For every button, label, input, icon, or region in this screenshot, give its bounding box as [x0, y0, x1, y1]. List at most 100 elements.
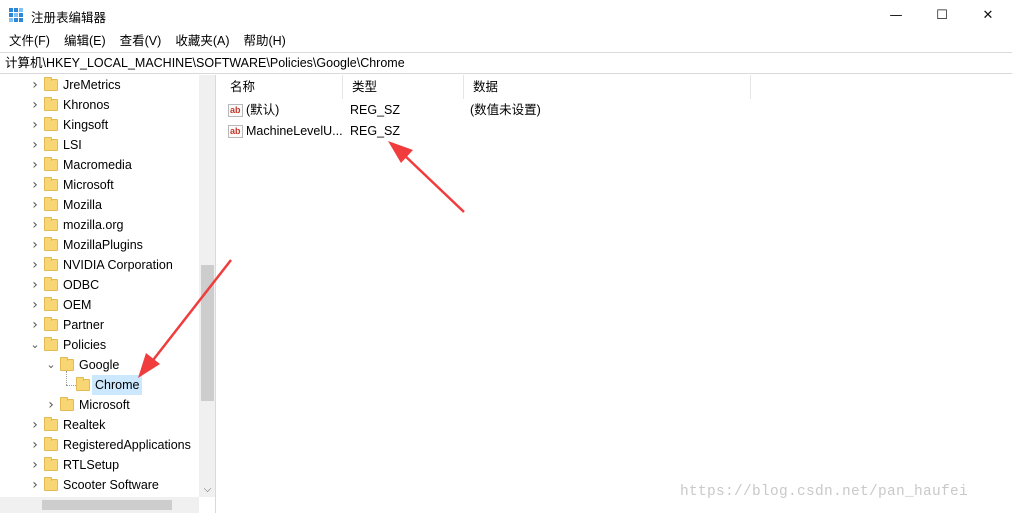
chevron-right-icon[interactable]: › — [30, 255, 40, 275]
tree-item[interactable]: › Macromedia — [0, 155, 199, 175]
chevron-right-icon[interactable]: › — [30, 75, 40, 95]
folder-icon — [44, 237, 58, 251]
string-value-icon: ab — [228, 104, 243, 117]
tree-horizontal-scrollbar[interactable] — [0, 497, 199, 513]
tree-item-label: Realtek — [63, 418, 106, 432]
chevron-right-icon[interactable]: › — [30, 475, 40, 495]
title-bar: 注册表编辑器 — ☐ ✕ — [0, 0, 1012, 31]
chevron-right-icon[interactable]: › — [30, 175, 40, 195]
column-header-type[interactable]: 类型 — [343, 75, 464, 99]
column-header-name[interactable]: 名称 — [221, 75, 343, 99]
tree-item[interactable]: Chrome — [0, 375, 199, 395]
value-row[interactable]: ab (默认) REG_SZ (数值未设置) — [221, 100, 821, 121]
tree-item[interactable]: › JreMetrics — [0, 75, 199, 95]
menu-bar: 文件(F) 编辑(E) 查看(V) 收藏夹(A) 帮助(H) — [0, 31, 1012, 51]
tree-item[interactable]: ⌄ Google — [0, 355, 199, 375]
tree-item[interactable]: › MozillaPlugins — [0, 235, 199, 255]
folder-icon — [60, 357, 74, 371]
tree-connector — [66, 385, 76, 386]
folder-icon — [44, 137, 58, 151]
tree-item-label: MozillaPlugins — [63, 238, 143, 252]
tree-horizontal-scroll-thumb[interactable] — [42, 500, 172, 510]
folder-icon — [44, 97, 58, 111]
folder-icon — [44, 197, 58, 211]
value-row[interactable]: ab MachineLevelU... REG_SZ — [221, 121, 821, 142]
tree-item[interactable]: › Kingsoft — [0, 115, 199, 135]
chevron-right-icon[interactable]: › — [30, 95, 40, 115]
tree-item-label: mozilla.org — [63, 218, 124, 232]
chevron-down-icon[interactable]: ⌄ — [46, 355, 56, 375]
value-data: (数值未设置) — [470, 103, 541, 117]
tree-item[interactable]: › Partner — [0, 315, 199, 335]
tree-item[interactable]: › Khronos — [0, 95, 199, 115]
tree-item[interactable]: › Microsoft — [0, 175, 199, 195]
tree-item[interactable]: › RegisteredApplications — [0, 435, 199, 455]
menu-help[interactable]: 帮助(H) — [236, 31, 292, 51]
chevron-right-icon[interactable]: › — [30, 235, 40, 255]
close-button[interactable]: ✕ — [965, 0, 1011, 31]
chevron-right-icon[interactable]: › — [30, 415, 40, 435]
folder-icon — [60, 397, 74, 411]
tree-item-label: Google — [79, 358, 120, 372]
tree-item[interactable]: › Scooter Software — [0, 475, 199, 495]
folder-icon — [44, 317, 58, 331]
window-title: 注册表编辑器 — [31, 11, 107, 25]
tree-item-label: OEM — [63, 298, 92, 312]
tree-item[interactable]: › Realtek — [0, 415, 199, 435]
folder-icon — [44, 417, 58, 431]
value-name: (默认) — [246, 103, 280, 117]
tree-item[interactable]: › mozilla.org — [0, 215, 199, 235]
tree-item-label: Scooter Software — [63, 478, 159, 492]
registry-tree[interactable]: › JreMetrics › Khronos › Kingsoft › LSI › Macrome… — [0, 75, 216, 513]
tree-item-label: Microsoft — [63, 178, 114, 192]
chevron-right-icon[interactable]: › — [30, 155, 40, 175]
chevron-right-icon[interactable]: › — [30, 115, 40, 135]
tree-item-label: Policies — [63, 338, 107, 352]
tree-item[interactable]: › ODBC — [0, 275, 199, 295]
value-name: MachineLevelU... — [246, 124, 343, 138]
tree-item-label: Kingsoft — [63, 118, 109, 132]
chevron-right-icon[interactable]: › — [30, 435, 40, 455]
menu-file[interactable]: 文件(F) — [0, 31, 57, 51]
maximize-button[interactable]: ☐ — [919, 0, 965, 31]
value-type: REG_SZ — [350, 124, 401, 138]
chevron-right-icon[interactable]: › — [30, 455, 40, 475]
folder-icon — [44, 117, 58, 131]
folder-icon — [44, 277, 58, 291]
chevron-right-icon[interactable]: › — [30, 275, 40, 295]
chevron-right-icon[interactable]: › — [30, 315, 40, 335]
tree-vertical-scroll-thumb[interactable] — [201, 265, 214, 401]
minimize-button[interactable]: — — [873, 0, 919, 31]
tree-item[interactable]: › Mozilla — [0, 195, 199, 215]
tree-item-label: LSI — [63, 138, 82, 152]
tree-vertical-scrollbar[interactable]: ⌵ — [199, 75, 215, 497]
tree-item[interactable]: › NVIDIA Corporation — [0, 255, 199, 275]
chevron-down-icon[interactable]: ⌄ — [30, 335, 40, 355]
menu-favorites[interactable]: 收藏夹(A) — [168, 31, 236, 51]
tree-item[interactable]: ⌄ Policies — [0, 335, 199, 355]
values-list[interactable]: 名称 类型 数据 ab (默认) REG_SZ (数值未设置) ab Machi… — [221, 75, 1012, 513]
chevron-right-icon[interactable]: › — [30, 295, 40, 315]
chevron-right-icon[interactable]: › — [30, 135, 40, 155]
regedit-icon — [9, 8, 23, 22]
tree-item[interactable]: › RTLSetup — [0, 455, 199, 475]
column-header-data[interactable]: 数据 — [464, 75, 751, 99]
folder-icon — [44, 177, 58, 191]
folder-icon — [44, 297, 58, 311]
tree-item-label: Khronos — [63, 98, 110, 112]
chevron-right-icon[interactable]: › — [46, 395, 56, 415]
menu-edit[interactable]: 编辑(E) — [57, 31, 113, 51]
tree-item[interactable]: › OEM — [0, 295, 199, 315]
tree-item[interactable]: › Microsoft — [0, 395, 199, 415]
tree-item-label: Mozilla — [63, 198, 102, 212]
scroll-down-arrow-icon[interactable]: ⌵ — [199, 483, 215, 497]
menu-view[interactable]: 查看(V) — [113, 31, 169, 51]
chevron-right-icon[interactable]: › — [30, 215, 40, 235]
folder-icon — [76, 377, 90, 391]
chevron-right-icon[interactable]: › — [30, 195, 40, 215]
folder-icon — [44, 157, 58, 171]
folder-icon — [44, 77, 58, 91]
tree-item[interactable]: › LSI — [0, 135, 199, 155]
folder-icon — [44, 437, 58, 451]
address-bar[interactable]: 计算机\HKEY_LOCAL_MACHINE\SOFTWARE\Policies… — [0, 52, 1012, 74]
